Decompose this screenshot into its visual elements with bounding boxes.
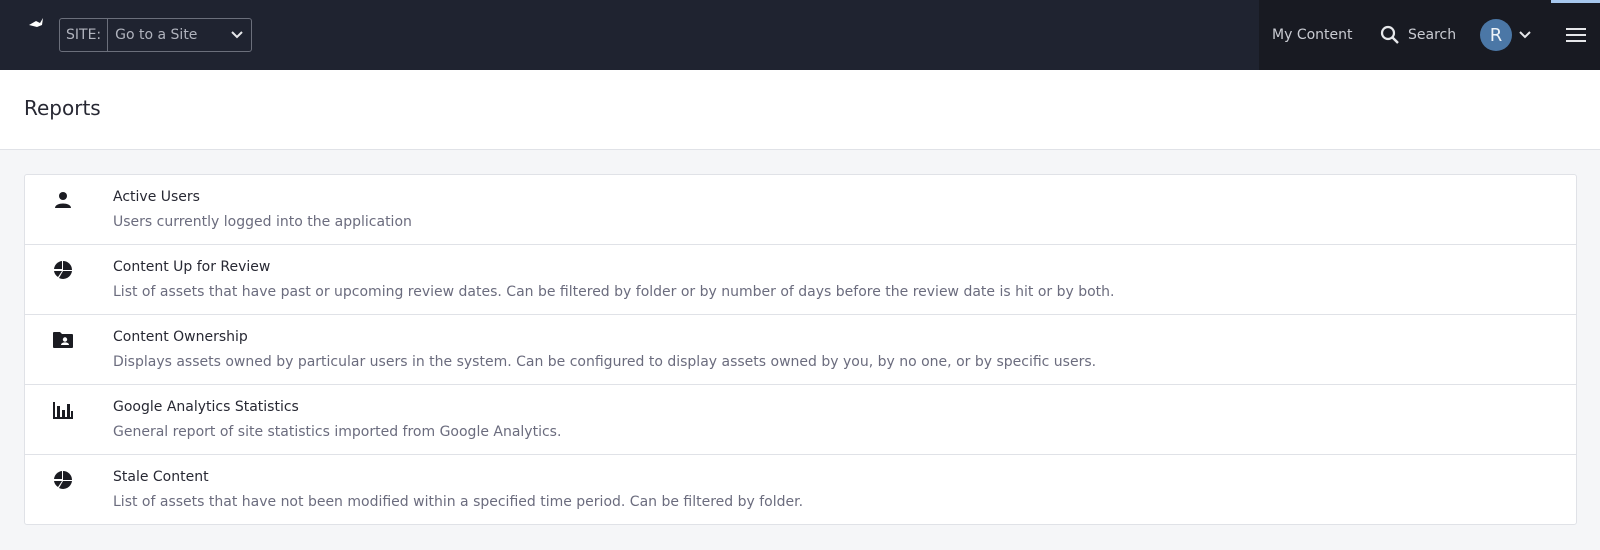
report-description: General report of site statistics import…	[113, 424, 562, 440]
report-row-google-analytics[interactable]: Google Analytics Statistics General repo…	[25, 385, 1576, 455]
liferay-logo-icon[interactable]	[12, 16, 48, 54]
page-header: Reports	[0, 70, 1600, 150]
report-description: List of assets that have not been modifi…	[113, 494, 804, 510]
folder-user-icon	[52, 329, 74, 351]
report-row-active-users[interactable]: Active Users Users currently logged into…	[25, 175, 1576, 245]
user-icon	[52, 189, 74, 211]
hamburger-menu-icon[interactable]	[1566, 27, 1586, 47]
report-description: Users currently logged into the applicat…	[113, 214, 412, 230]
report-row-content-ownership[interactable]: Content Ownership Displays assets owned …	[25, 315, 1576, 385]
pie-chart-icon	[52, 469, 74, 491]
site-selector-dropdown[interactable]: SITE: Go to a Site	[59, 18, 252, 52]
chevron-down-icon	[223, 30, 251, 40]
my-content-link[interactable]: My Content	[1272, 0, 1353, 70]
search-button[interactable]: Search	[1380, 0, 1456, 70]
report-row-stale-content[interactable]: Stale Content List of assets that have n…	[25, 455, 1576, 524]
report-row-content-up-for-review[interactable]: Content Up for Review List of assets tha…	[25, 245, 1576, 315]
pie-chart-icon	[52, 259, 74, 281]
page-title: Reports	[24, 96, 101, 120]
site-selector-label: SITE:	[60, 19, 109, 51]
site-selector-value: Go to a Site	[115, 27, 198, 43]
report-title[interactable]: Content Ownership	[113, 329, 248, 345]
report-title[interactable]: Google Analytics Statistics	[113, 399, 299, 415]
search-icon	[1380, 25, 1400, 45]
user-avatar[interactable]: R	[1480, 19, 1512, 51]
reports-list: Active Users Users currently logged into…	[24, 174, 1577, 525]
user-menu-chevron-icon[interactable]	[1518, 27, 1532, 46]
top-navigation-bar: SITE: Go to a Site My Content Search R	[0, 0, 1600, 70]
report-title[interactable]: Content Up for Review	[113, 259, 270, 275]
report-description: Displays assets owned by particular user…	[113, 354, 1097, 370]
report-title[interactable]: Active Users	[113, 189, 200, 205]
report-description: List of assets that have past or upcomin…	[113, 284, 1115, 300]
report-title[interactable]: Stale Content	[113, 469, 209, 485]
bar-chart-icon	[52, 399, 74, 421]
top-accent-strip	[1551, 0, 1600, 3]
search-label: Search	[1408, 27, 1457, 43]
